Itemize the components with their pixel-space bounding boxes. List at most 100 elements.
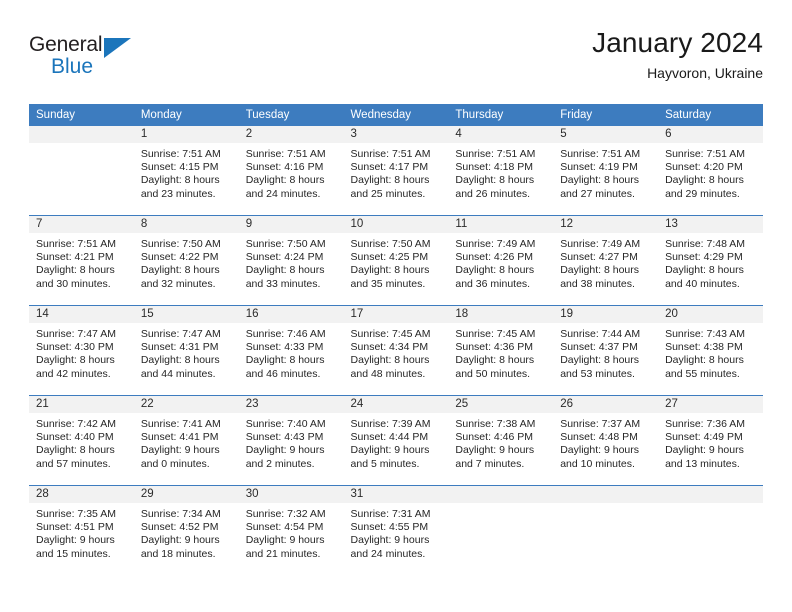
- sunrise-text: Sunrise: 7:51 AM: [140, 148, 221, 160]
- title-block: January 2024 Hayvoron, Ukraine: [592, 27, 763, 82]
- daylight-text-line1: Daylight: 9 hours: [350, 534, 430, 547]
- daylight-text-line2: and 27 minutes.: [560, 187, 635, 200]
- day-number: 14: [29, 306, 134, 323]
- day-cell[interactable]: 2 Sunrise: 7:51 AM Sunset: 4:16 PM Daylight…: [238, 126, 344, 216]
- day-cell[interactable]: 5 Sunrise: 7:51 AM Sunset: 4:19 PM Daylight…: [553, 126, 659, 216]
- day-cell[interactable]: 14 Sunrise: 7:47 AM Sunset: 4:30 PM Dayligh…: [29, 305, 134, 396]
- daylight-text-line2: and 10 minutes.: [560, 457, 635, 470]
- weekday-header-monday: Monday: [133, 104, 239, 126]
- sunset-text: Sunset: 4:22 PM: [140, 251, 219, 264]
- daylight-text-line2: and 48 minutes.: [350, 367, 426, 380]
- daylight-text-line1: Daylight: 8 hours: [455, 354, 535, 367]
- day-number: 9: [238, 216, 344, 233]
- day-cell[interactable]: 18 Sunrise: 7:45 AM Sunset: 4:36 PM Dayligh…: [448, 305, 554, 396]
- day-cell[interactable]: 25 Sunrise: 7:38 AM Sunset: 4:46 PM Dayligh…: [448, 395, 554, 486]
- daylight-text-line1: Daylight: 8 hours: [36, 444, 115, 457]
- sunset-text: Sunset: 4:24 PM: [245, 251, 324, 264]
- day-number: 10: [343, 216, 449, 233]
- calendar-body: 1 Sunrise: 7:51 AM Sunset: 4:15 PM Daylight…: [29, 126, 763, 572]
- daylight-text-line1: Daylight: 9 hours: [140, 534, 220, 547]
- day-cell[interactable]: 7 Sunrise: 7:51 AM Sunset: 4:21 PM Daylight…: [29, 215, 134, 306]
- day-cell[interactable]: 24 Sunrise: 7:39 AM Sunset: 4:44 PM Dayligh…: [343, 395, 449, 486]
- weekday-header-tuesday: Tuesday: [238, 104, 344, 126]
- day-cell[interactable]: [553, 485, 659, 572]
- day-cell[interactable]: 6 Sunrise: 7:51 AM Sunset: 4:20 PM Daylight…: [658, 126, 763, 216]
- day-number: 17: [343, 306, 449, 323]
- day-cell[interactable]: 12 Sunrise: 7:49 AM Sunset: 4:27 PM Dayligh…: [553, 215, 659, 306]
- daylight-text-line2: and 24 minutes.: [245, 187, 321, 200]
- day-cell[interactable]: 20 Sunrise: 7:43 AM Sunset: 4:38 PM Dayligh…: [658, 305, 763, 396]
- day-cell[interactable]: 10 Sunrise: 7:50 AM Sunset: 4:25 PM Dayligh…: [343, 215, 449, 306]
- daylight-text-line1: Daylight: 8 hours: [36, 354, 115, 367]
- sunset-text: Sunset: 4:38 PM: [665, 341, 743, 354]
- day-cell[interactable]: 23 Sunrise: 7:40 AM Sunset: 4:43 PM Dayligh…: [238, 395, 344, 486]
- daylight-text-line2: and 35 minutes.: [350, 277, 426, 290]
- day-cell[interactable]: 19 Sunrise: 7:44 AM Sunset: 4:37 PM Dayligh…: [553, 305, 659, 396]
- daylight-text-line2: and 40 minutes.: [665, 277, 740, 290]
- day-number: 4: [448, 126, 554, 143]
- daylight-text-line1: Daylight: 8 hours: [350, 354, 430, 367]
- sunset-text: Sunset: 4:44 PM: [350, 431, 429, 444]
- sunset-text: Sunset: 4:15 PM: [140, 161, 219, 174]
- day-cell[interactable]: 30 Sunrise: 7:32 AM Sunset: 4:54 PM Dayligh…: [238, 485, 344, 572]
- day-cell[interactable]: 15 Sunrise: 7:47 AM Sunset: 4:31 PM Dayligh…: [133, 305, 239, 396]
- daylight-text-line2: and 13 minutes.: [665, 457, 740, 470]
- sunset-text: Sunset: 4:51 PM: [36, 521, 114, 534]
- day-number: 31: [343, 486, 449, 503]
- day-cell[interactable]: 28 Sunrise: 7:35 AM Sunset: 4:51 PM Dayligh…: [29, 485, 134, 572]
- sunset-text: Sunset: 4:36 PM: [455, 341, 534, 354]
- day-number: 7: [29, 216, 134, 233]
- sunrise-text: Sunrise: 7:49 AM: [455, 238, 536, 250]
- week-row: 28 Sunrise: 7:35 AM Sunset: 4:51 PM Dayligh…: [29, 485, 763, 572]
- daylight-text-line2: and 5 minutes.: [350, 457, 420, 470]
- day-cell[interactable]: 13 Sunrise: 7:48 AM Sunset: 4:29 PM Dayligh…: [658, 215, 763, 306]
- day-cell[interactable]: 9 Sunrise: 7:50 AM Sunset: 4:24 PM Daylight…: [238, 215, 344, 306]
- day-cell[interactable]: 17 Sunrise: 7:45 AM Sunset: 4:34 PM Dayligh…: [343, 305, 449, 396]
- daylight-text-line2: and 21 minutes.: [245, 547, 321, 560]
- day-cell[interactable]: 8 Sunrise: 7:50 AM Sunset: 4:22 PM Daylight…: [133, 215, 239, 306]
- day-cell[interactable]: 26 Sunrise: 7:37 AM Sunset: 4:48 PM Dayligh…: [553, 395, 659, 486]
- daylight-text-line1: Daylight: 8 hours: [455, 174, 535, 187]
- calendar-page: General Blue January 2024 Hayvoron, Ukra…: [0, 0, 792, 612]
- sunset-text: Sunset: 4:40 PM: [36, 431, 114, 444]
- day-number: 29: [133, 486, 239, 503]
- sunrise-text: Sunrise: 7:50 AM: [350, 238, 431, 250]
- sunrise-text: Sunrise: 7:39 AM: [350, 418, 431, 430]
- daylight-text-line1: Daylight: 8 hours: [245, 264, 325, 277]
- day-cell[interactable]: 21 Sunrise: 7:42 AM Sunset: 4:40 PM Dayligh…: [29, 395, 134, 486]
- day-cell[interactable]: 3 Sunrise: 7:51 AM Sunset: 4:17 PM Daylight…: [343, 126, 449, 216]
- day-cell[interactable]: 1 Sunrise: 7:51 AM Sunset: 4:15 PM Daylight…: [133, 126, 239, 216]
- week-row: 7 Sunrise: 7:51 AM Sunset: 4:21 PM Daylight…: [29, 215, 763, 306]
- day-number: 11: [448, 216, 554, 233]
- day-cell[interactable]: 11 Sunrise: 7:49 AM Sunset: 4:26 PM Dayligh…: [448, 215, 554, 306]
- day-cell[interactable]: 22 Sunrise: 7:41 AM Sunset: 4:41 PM Dayligh…: [133, 395, 239, 486]
- sunrise-text: Sunrise: 7:37 AM: [560, 418, 641, 430]
- daylight-text-line2: and 36 minutes.: [455, 277, 531, 290]
- brand-logo[interactable]: General Blue: [29, 28, 149, 88]
- day-cell[interactable]: 4 Sunrise: 7:51 AM Sunset: 4:18 PM Daylight…: [448, 126, 554, 216]
- sunrise-text: Sunrise: 7:49 AM: [560, 238, 641, 250]
- sunrise-text: Sunrise: 7:45 AM: [350, 328, 431, 340]
- weekday-header-friday: Friday: [553, 104, 659, 126]
- sunset-text: Sunset: 4:26 PM: [455, 251, 534, 264]
- day-number: 27: [658, 396, 763, 413]
- day-cell[interactable]: 16 Sunrise: 7:46 AM Sunset: 4:33 PM Dayligh…: [238, 305, 344, 396]
- sunset-text: Sunset: 4:27 PM: [560, 251, 638, 264]
- sunrise-text: Sunrise: 7:31 AM: [350, 508, 431, 520]
- day-cell[interactable]: 31 Sunrise: 7:31 AM Sunset: 4:55 PM Dayligh…: [343, 485, 449, 572]
- day-number: 3: [343, 126, 449, 143]
- sunrise-text: Sunrise: 7:51 AM: [36, 238, 116, 250]
- daylight-text-line1: Daylight: 8 hours: [140, 354, 220, 367]
- sunrise-text: Sunrise: 7:50 AM: [140, 238, 221, 250]
- day-cell[interactable]: 27 Sunrise: 7:36 AM Sunset: 4:49 PM Dayligh…: [658, 395, 763, 486]
- day-cell[interactable]: 29 Sunrise: 7:34 AM Sunset: 4:52 PM Dayligh…: [133, 485, 239, 572]
- sunset-text: Sunset: 4:16 PM: [245, 161, 324, 174]
- sunset-text: Sunset: 4:21 PM: [36, 251, 114, 264]
- sunrise-text: Sunrise: 7:38 AM: [455, 418, 536, 430]
- day-cell[interactable]: [29, 126, 134, 216]
- day-cell[interactable]: [448, 485, 554, 572]
- day-number: 2: [238, 126, 344, 143]
- daylight-text-line2: and 53 minutes.: [560, 367, 635, 380]
- daylight-text-line1: Daylight: 8 hours: [665, 174, 744, 187]
- day-cell[interactable]: [658, 485, 763, 572]
